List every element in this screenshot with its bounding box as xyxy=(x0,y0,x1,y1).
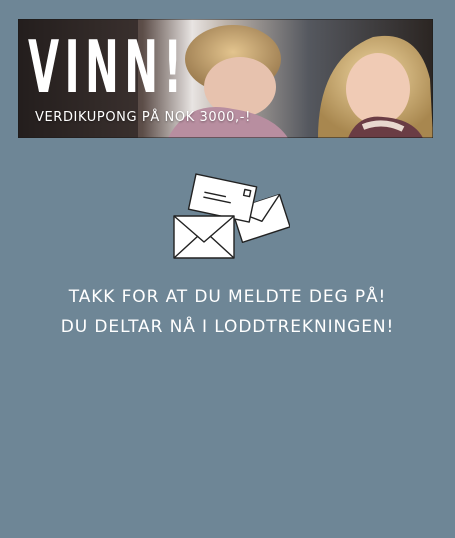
confirmation-line-2: DU DELTAR NÅ I LODDTREKNINGEN! xyxy=(60,317,395,337)
promo-banner: VINN! VERDIKUPONG PÅ NOK 3000,-! xyxy=(18,19,433,138)
banner-title: VINN! xyxy=(28,25,188,109)
confirmation-message: TAKK FOR AT DU MELDTE DEG PÅ! DU DELTAR … xyxy=(0,282,455,342)
confirmation-line-1: TAKK FOR AT DU MELDTE DEG PÅ! xyxy=(68,287,387,307)
envelopes-icon xyxy=(173,173,290,259)
banner-subtitle: VERDIKUPONG PÅ NOK 3000,-! xyxy=(35,110,251,125)
